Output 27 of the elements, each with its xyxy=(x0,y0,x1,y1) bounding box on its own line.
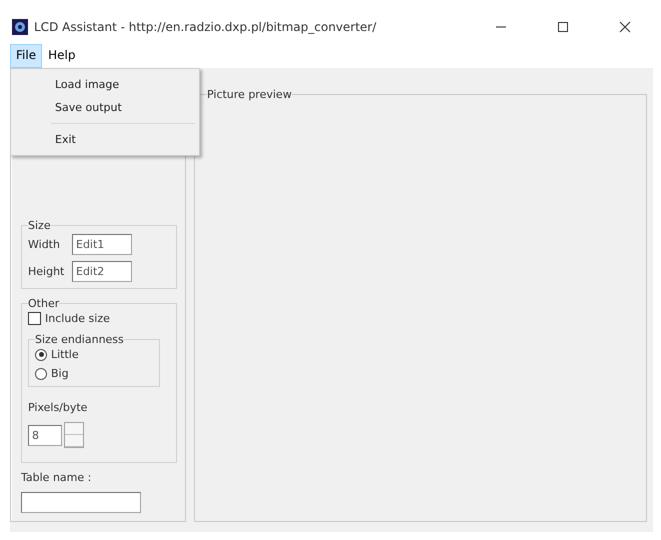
menu-item[interactable]: File xyxy=(10,44,42,68)
checkbox-label: Include size xyxy=(45,312,110,325)
group-title: Other xyxy=(28,297,60,310)
menu-item[interactable]: Help xyxy=(42,44,82,68)
radio-label: Little xyxy=(51,348,79,361)
close-icon[interactable] xyxy=(619,21,631,33)
height-field[interactable]: Edit2 xyxy=(72,261,132,282)
menu-item[interactable]: Load image xyxy=(13,73,197,96)
window-title: LCD Assistant - http://en.radzio.dxp.pl/bitmap_converter/ xyxy=(34,20,378,34)
maximize-icon[interactable] xyxy=(557,21,569,33)
menu-item[interactable]: Exit xyxy=(13,128,197,151)
group-title: Size xyxy=(28,219,51,232)
radio-button[interactable] xyxy=(35,368,47,380)
pixels-field[interactable]: 8 xyxy=(28,424,62,446)
field-label: Width xyxy=(28,238,61,251)
field-label: Pixels/byte xyxy=(28,401,88,414)
radio-button[interactable] xyxy=(35,348,47,360)
field-label: Height xyxy=(28,265,66,278)
radio-label: Big xyxy=(51,367,69,380)
group-title: Size endianness xyxy=(35,333,124,346)
app-icon xyxy=(12,19,28,35)
field-label: Table name : xyxy=(21,471,92,484)
width-field[interactable]: Edit1 xyxy=(72,234,132,255)
group-title: Picture preview xyxy=(207,88,292,101)
table-name-field[interactable] xyxy=(21,492,141,513)
checkbox[interactable] xyxy=(28,312,41,325)
menu-item[interactable]: Save output xyxy=(13,96,197,119)
